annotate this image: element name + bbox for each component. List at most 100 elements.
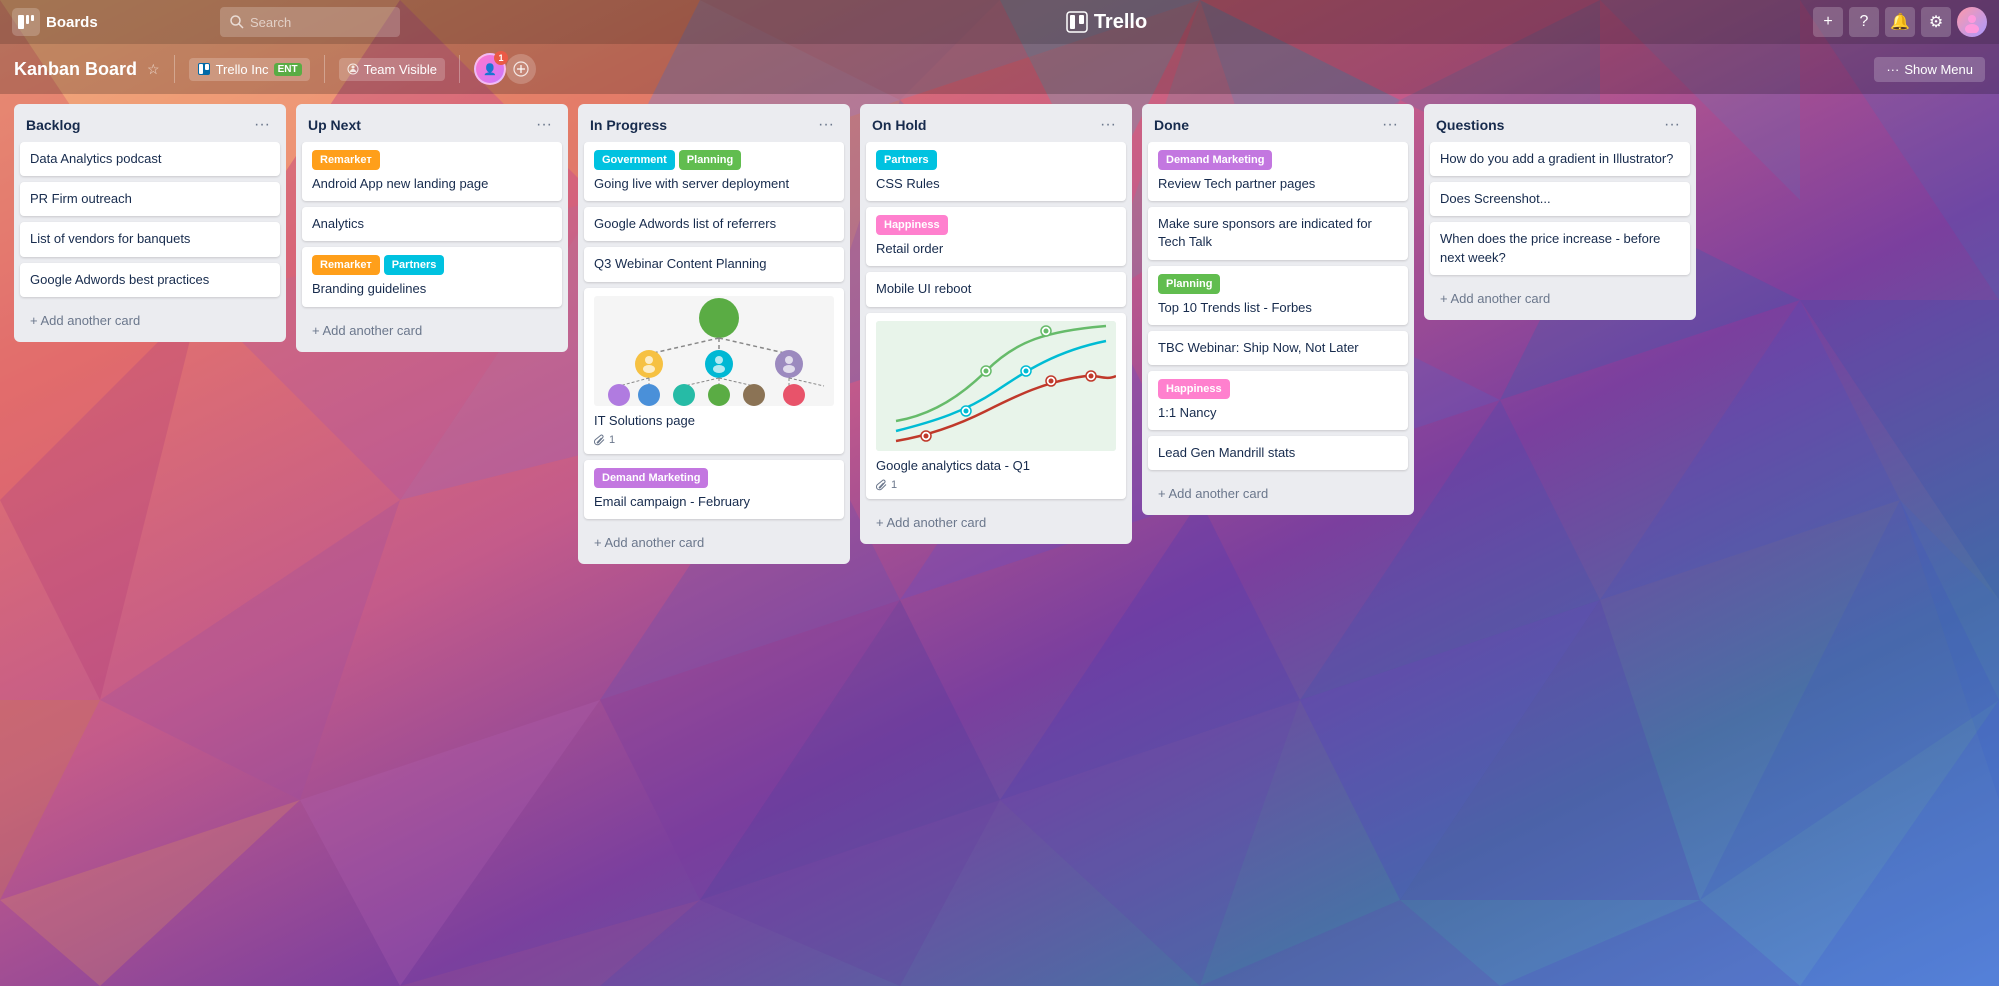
- card[interactable]: Analytics: [302, 207, 562, 241]
- workspace-badge[interactable]: Trello Inc ENT: [189, 58, 310, 81]
- card[interactable]: PR Firm outreach: [20, 182, 280, 216]
- card-text: Going live with server deployment: [594, 176, 789, 191]
- card-text: Q3 Webinar Content Planning: [594, 256, 766, 271]
- list-title-backlog: Backlog: [26, 117, 80, 133]
- card[interactable]: How do you add a gradient in Illustrator…: [1430, 142, 1690, 176]
- list-title-in-progress: In Progress: [590, 117, 667, 133]
- card-labels: RemarkетPartners: [312, 255, 552, 275]
- list-menu-button-questions[interactable]: ···: [1660, 114, 1684, 136]
- card[interactable]: Data Analytics podcast: [20, 142, 280, 176]
- list-cards-backlog: Data Analytics podcast PR Firm outreach Li…: [14, 142, 286, 303]
- card-text: TBC Webinar: Ship Now, Not Later: [1158, 340, 1359, 355]
- card[interactable]: Google Adwords best practices: [20, 263, 280, 297]
- card[interactable]: Does Screenshot...: [1430, 182, 1690, 216]
- card[interactable]: Google analytics data - Q1 1: [866, 313, 1126, 499]
- list-cards-in-progress: GovernmentPlanningGoing live with server…: [578, 142, 850, 525]
- topnav-actions: + ? 🔔 ⚙: [1813, 7, 1987, 37]
- card-text: When does the price increase - before ne…: [1440, 231, 1660, 264]
- card[interactable]: RemarkетPartners Branding guidelines: [302, 247, 562, 306]
- card-labels: Remarkет: [312, 150, 552, 170]
- card-labels: Demand Marketing: [594, 468, 834, 488]
- card-text: 1:1 Nancy: [1158, 405, 1217, 420]
- list-title-on-hold: On Hold: [872, 117, 926, 133]
- card[interactable]: Demand MarketingReview Tech partner page…: [1148, 142, 1408, 201]
- card[interactable]: Make sure sponsors are indicated for Tec…: [1148, 207, 1408, 259]
- board-title: Kanban Board: [14, 59, 137, 80]
- boards-area: Boards: [12, 8, 212, 36]
- user-avatar[interactable]: [1957, 7, 1987, 37]
- card-text: Retail order: [876, 241, 943, 256]
- card[interactable]: PlanningTop 10 Trends list - Forbes: [1148, 266, 1408, 325]
- label-purple: Demand Marketing: [594, 468, 708, 488]
- list-cards-done: Demand MarketingReview Tech partner page…: [1142, 142, 1414, 476]
- card-text: Branding guidelines: [312, 281, 426, 296]
- card[interactable]: GovernmentPlanningGoing live with server…: [584, 142, 844, 201]
- add-card-button-in-progress[interactable]: + Add another card: [584, 527, 844, 558]
- add-card-button-up-next[interactable]: + Add another card: [302, 315, 562, 346]
- list-menu-button-done[interactable]: ···: [1378, 114, 1402, 136]
- boards-label[interactable]: Boards: [46, 14, 98, 31]
- card[interactable]: Happiness 1:1 Nancy: [1148, 371, 1408, 430]
- help-button[interactable]: ?: [1849, 7, 1879, 37]
- card[interactable]: When does the price increase - before ne…: [1430, 222, 1690, 274]
- card-labels: Happiness: [1158, 379, 1398, 399]
- show-menu-button[interactable]: ··· Show Menu: [1874, 57, 1985, 82]
- list-header-questions: Questions ···: [1424, 104, 1696, 142]
- list-questions: Questions ··· How do you add a gradient in…: [1424, 104, 1696, 320]
- card[interactable]: Q3 Webinar Content Planning: [584, 247, 844, 281]
- list-header-up-next: Up Next ···: [296, 104, 568, 142]
- visibility-badge[interactable]: Team Visible: [339, 58, 445, 81]
- card[interactable]: Google Adwords list of referrers: [584, 207, 844, 241]
- card[interactable]: Partners CSS Rules: [866, 142, 1126, 201]
- card[interactable]: HappinessRetail order: [866, 207, 1126, 266]
- star-icon[interactable]: ☆: [147, 61, 160, 78]
- card-text: Review Tech partner pages: [1158, 176, 1315, 191]
- label-teal: Government: [594, 150, 675, 170]
- card[interactable]: RemarkетAndroid App new landing page: [302, 142, 562, 201]
- label-orange: Remarkет: [312, 150, 380, 170]
- ent-badge: ENT: [274, 63, 302, 76]
- card-text: CSS Rules: [876, 176, 940, 191]
- card[interactable]: TBC Webinar: Ship Now, Not Later: [1148, 331, 1408, 365]
- card-labels: Partners: [876, 150, 1116, 170]
- invite-member-button[interactable]: [506, 54, 536, 84]
- list-in-progress: In Progress ··· GovernmentPlanningGoing li…: [578, 104, 850, 564]
- attachment-icon: 1: [876, 479, 897, 491]
- list-title-questions: Questions: [1436, 117, 1504, 133]
- show-menu-text: Show Menu: [1904, 62, 1973, 77]
- list-menu-button-backlog[interactable]: ···: [250, 114, 274, 136]
- card[interactable]: IT Solutions page1: [584, 288, 844, 454]
- add-card-button-backlog[interactable]: + Add another card: [20, 305, 280, 336]
- search-input[interactable]: [250, 15, 390, 30]
- card[interactable]: List of vendors for banquets: [20, 222, 280, 256]
- trello-logo: Trello: [1066, 11, 1147, 34]
- divider3: [459, 55, 460, 83]
- label-green: Planning: [1158, 274, 1220, 294]
- card-text: PR Firm outreach: [30, 191, 132, 206]
- board-header: Kanban Board ☆ Trello Inc ENT Team Visib…: [0, 44, 1999, 94]
- list-done: Done···Demand MarketingReview Tech partn…: [1142, 104, 1414, 515]
- list-menu-button-on-hold[interactable]: ···: [1096, 114, 1120, 136]
- list-title-up-next: Up Next: [308, 117, 361, 133]
- divider: [174, 55, 175, 83]
- search-box[interactable]: [220, 7, 400, 37]
- attachment-count: 1: [891, 479, 897, 491]
- settings-button[interactable]: ⚙: [1921, 7, 1951, 37]
- add-card-button-on-hold[interactable]: + Add another card: [866, 507, 1126, 538]
- card[interactable]: Mobile UI reboot: [866, 272, 1126, 306]
- add-button[interactable]: +: [1813, 7, 1843, 37]
- list-menu-button-in-progress[interactable]: ···: [814, 114, 838, 136]
- card-text: List of vendors for banquets: [30, 231, 190, 246]
- card-text: IT Solutions page: [594, 413, 695, 428]
- notifications-button[interactable]: 🔔: [1885, 7, 1915, 37]
- card-text: Mobile UI reboot: [876, 281, 971, 296]
- card-text: Google analytics data - Q1: [876, 458, 1030, 473]
- card[interactable]: Lead Gen Mandrill stats: [1148, 436, 1408, 470]
- member-avatar-1[interactable]: 👤 1: [474, 53, 506, 85]
- card[interactable]: Demand MarketingEmail campaign - Februar…: [584, 460, 844, 519]
- list-menu-button-up-next[interactable]: ···: [532, 114, 556, 136]
- divider2: [324, 55, 325, 83]
- card-text: Does Screenshot...: [1440, 191, 1551, 206]
- add-card-button-questions[interactable]: + Add another card: [1430, 283, 1690, 314]
- add-card-button-done[interactable]: + Add another card: [1148, 478, 1408, 509]
